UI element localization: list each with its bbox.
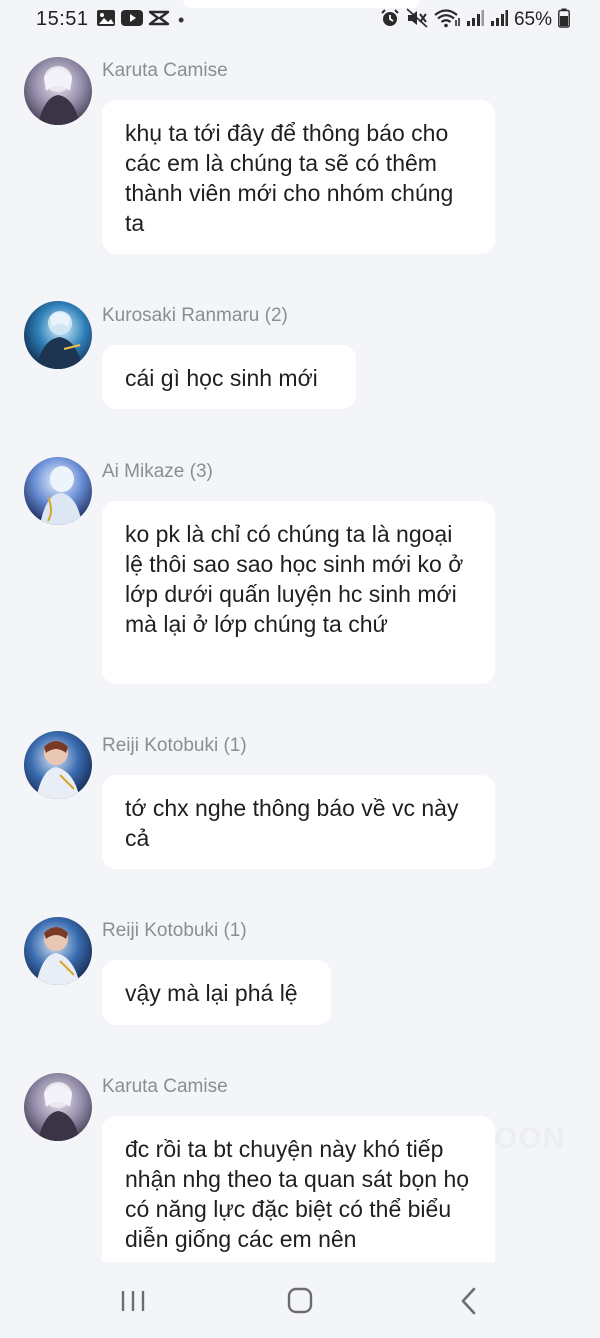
message-bubble[interactable]: tớ chx nghe thông báo về vc này cả bbox=[102, 775, 495, 869]
sender-name: Reiji Kotobuki (1) bbox=[102, 920, 247, 941]
navigation-bar bbox=[0, 1262, 600, 1338]
notification-dot: • bbox=[178, 9, 185, 30]
capcut-icon bbox=[148, 9, 170, 32]
notification-icons: • bbox=[96, 9, 185, 32]
status-time: 15:51 bbox=[36, 8, 89, 30]
mute-icon bbox=[406, 7, 428, 33]
message-bubble[interactable]: cái gì học sinh mới bbox=[102, 345, 356, 409]
message-bubble[interactable]: vậy mà lại phá lệ bbox=[102, 960, 331, 1025]
sender-name: Ai Mikaze (3) bbox=[102, 461, 213, 482]
battery-icon bbox=[558, 8, 570, 33]
youtube-icon bbox=[120, 9, 144, 32]
signal-icon bbox=[490, 9, 508, 32]
recents-icon[interactable] bbox=[117, 1286, 149, 1316]
gallery-icon bbox=[96, 9, 116, 32]
sender-name: Karuta Camise bbox=[102, 60, 228, 81]
system-icons: 65% bbox=[380, 7, 570, 33]
watermark: OON bbox=[494, 1122, 566, 1155]
sender-name: Karuta Camise bbox=[102, 1076, 228, 1097]
avatar-karuta[interactable] bbox=[24, 57, 92, 125]
battery-percent: 65% bbox=[513, 9, 552, 30]
avatar-ranmaru[interactable] bbox=[24, 301, 92, 369]
avatar-ai[interactable] bbox=[24, 457, 92, 525]
avatar-reiji[interactable] bbox=[24, 917, 92, 985]
back-icon[interactable] bbox=[453, 1286, 485, 1316]
home-icon[interactable] bbox=[284, 1286, 316, 1316]
sender-name: Reiji Kotobuki (1) bbox=[102, 735, 247, 756]
signal-icon bbox=[466, 9, 484, 32]
avatar-reiji[interactable] bbox=[24, 731, 92, 799]
avatar-karuta[interactable] bbox=[24, 1073, 92, 1141]
message-bubble[interactable]: khụ ta tới đây để thông báo cho các em l… bbox=[102, 100, 495, 254]
message-bubble[interactable]: ko pk là chỉ có chúng ta là ngoại lệ thô… bbox=[102, 501, 495, 684]
sender-name: Kurosaki Ranmaru (2) bbox=[102, 305, 288, 326]
wifi-icon bbox=[434, 8, 460, 33]
alarm-icon bbox=[380, 8, 400, 33]
status-bar: 15:51 • 65% bbox=[0, 0, 600, 40]
